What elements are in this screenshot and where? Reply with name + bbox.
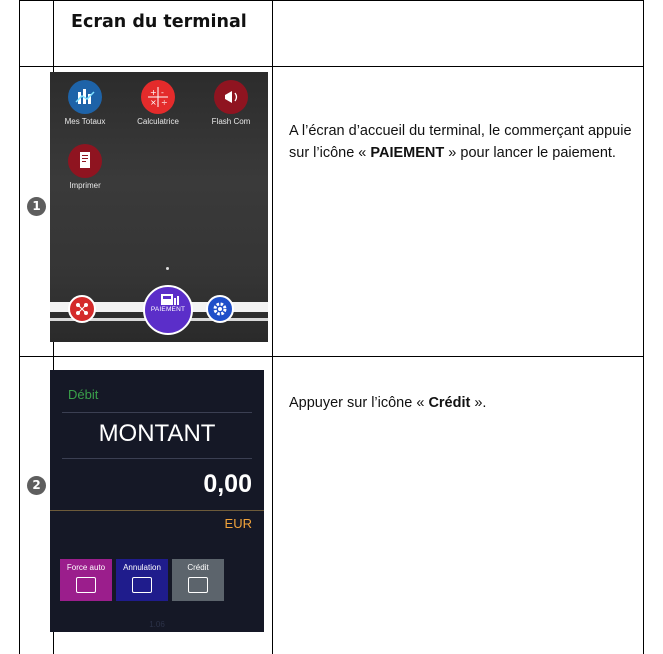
app-label: Calculatrice <box>137 117 179 126</box>
app-label: Flash Com <box>211 117 251 126</box>
credit-button[interactable]: Crédit <box>172 559 224 601</box>
amount-value: 0,00 <box>203 470 252 498</box>
step-description: A l’écran d’accueil du terminal, le comm… <box>289 120 634 164</box>
receipt-icon <box>68 144 102 178</box>
currency-label: EUR <box>224 516 252 531</box>
description-text: » pour lancer le paiement. <box>444 145 616 161</box>
svg-text:+: + <box>150 88 157 97</box>
description-emphasis: PAIEMENT <box>370 145 445 161</box>
card-lock-icon <box>76 577 96 593</box>
app-label: Imprimer <box>69 181 101 190</box>
step-number-badge: 1 <box>27 197 46 216</box>
card-refund-icon <box>188 577 208 593</box>
version-text: 1.06 <box>149 620 165 629</box>
megaphone-icon <box>214 80 248 114</box>
paiement-label: PAIEMENT <box>150 306 186 313</box>
svg-text:-: - <box>161 88 164 97</box>
svg-text:×: × <box>150 98 157 107</box>
svg-text:÷: ÷ <box>161 98 168 107</box>
terminal-amount-screen: Débit MONTANT 0,00 EUR Force auto Annula… <box>50 370 264 632</box>
description-emphasis: Crédit <box>428 395 471 411</box>
network-icon[interactable] <box>68 295 96 323</box>
divider <box>62 412 252 413</box>
column-header-screen: Ecran du terminal <box>71 12 247 32</box>
table-border-top <box>19 0 644 1</box>
paiement-button[interactable]: PAIEMENT <box>143 285 193 335</box>
app-imprimer[interactable]: Imprimer <box>50 144 120 190</box>
amount-title: MONTANT <box>98 420 216 447</box>
table-border-screen-col <box>272 0 273 654</box>
divider <box>62 458 252 459</box>
page-indicator <box>166 267 169 270</box>
app-calculatrice[interactable]: + - × ÷ Calculatrice <box>123 80 193 126</box>
app-label: Mes Totaux <box>64 117 106 126</box>
settings-icon[interactable] <box>206 295 234 323</box>
card-cancel-icon <box>132 577 152 593</box>
table-border-right <box>643 0 644 654</box>
annulation-button[interactable]: Annulation <box>116 559 168 601</box>
table-border-row1 <box>19 356 644 357</box>
divider <box>50 510 264 511</box>
app-flash-com[interactable]: Flash Com <box>196 80 266 126</box>
description-text: ». <box>470 395 487 411</box>
transaction-mode: Débit <box>68 387 99 402</box>
button-label: Force auto <box>66 563 106 572</box>
button-label: Crédit <box>187 563 209 572</box>
step-description: Appuyer sur l’icône « Crédit ». <box>289 392 634 414</box>
description-text: Appuyer sur l’icône « <box>289 395 429 411</box>
app-mes-totaux[interactable]: Mes Totaux <box>50 80 120 126</box>
table-border-header <box>19 66 644 67</box>
button-label: Annulation <box>123 563 161 572</box>
table-border-left <box>19 0 20 654</box>
chart-icon <box>68 80 102 114</box>
force-auto-button[interactable]: Force auto <box>60 559 112 601</box>
terminal-home-screen: Mes Totaux + - × ÷ Calculatrice Flash Com I… <box>50 72 268 342</box>
step-number-badge: 2 <box>27 476 46 495</box>
calculator-icon: + - × ÷ <box>141 80 175 114</box>
